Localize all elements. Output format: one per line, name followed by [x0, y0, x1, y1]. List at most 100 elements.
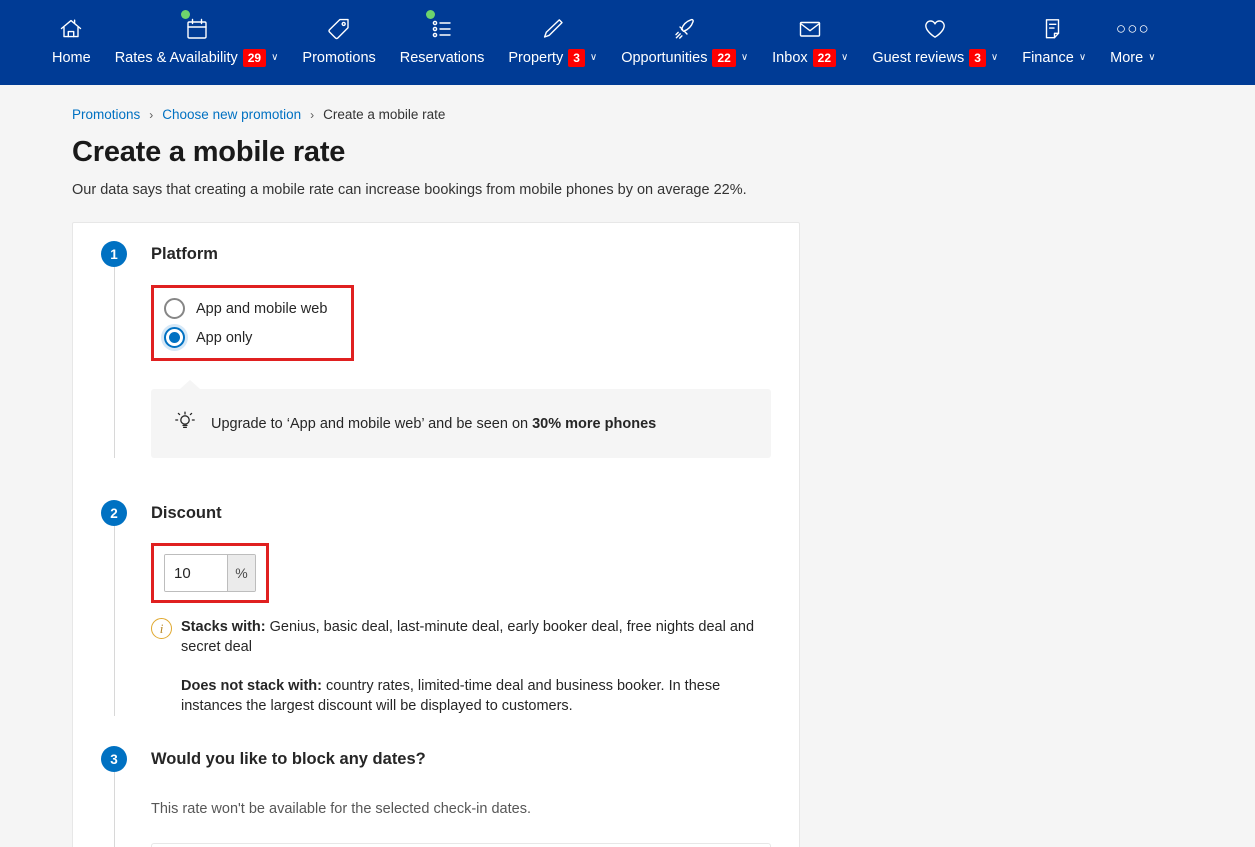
home-icon [57, 12, 85, 46]
breadcrumb-separator-1: › [149, 107, 154, 122]
section-title-platform: Platform [151, 245, 218, 263]
radio-option-app-and-mobile-web[interactable]: App and mobile web [154, 294, 351, 323]
notification-dot [426, 10, 436, 19]
tip-prefix: Upgrade to ‘App and mobile web’ and be s… [211, 415, 533, 432]
chevron-down-icon[interactable]: ∨ [271, 53, 278, 63]
step-rail-1 [114, 267, 115, 458]
block-dates-description: This rate won't be available for the sel… [151, 801, 531, 817]
nav-item-promotions[interactable]: Promotions [290, 8, 387, 67]
nav-label-row: Home [52, 49, 91, 67]
nav-label-row: Guest reviews 3 ∨ [872, 49, 998, 67]
nav-item-label: Rates & Availability [114, 50, 238, 66]
nav-item-opportunities[interactable]: Opportunities 22 ∨ [609, 8, 760, 67]
document-icon [1040, 12, 1068, 46]
ellipsis-icon: ○○○ [1115, 19, 1150, 38]
nav-item-label: Inbox [772, 50, 808, 66]
nav-item-badge: 3 [568, 49, 585, 67]
section-title-block-dates: Would you like to block any dates? [151, 750, 426, 768]
nav-item-label: Opportunities [621, 50, 708, 66]
step-number-1: 1 [101, 241, 127, 267]
nav-label-row: Promotions [302, 49, 375, 67]
rocket-icon [671, 12, 699, 46]
nav-item-label: Finance [1022, 50, 1074, 66]
chevron-down-icon[interactable]: ∨ [841, 53, 848, 63]
section-title-discount: Discount [151, 504, 222, 522]
info-icon: i [151, 618, 172, 639]
nav-label-row: Reservations [400, 49, 485, 67]
nav-item-label: Property [508, 50, 564, 66]
nav-item-label: Reservations [399, 50, 485, 66]
nav-item-badge: 22 [812, 49, 836, 67]
upgrade-tip-banner: Upgrade to ‘App and mobile web’ and be s… [151, 380, 771, 458]
nav-item-more[interactable]: ○○○ More ∨ [1098, 8, 1167, 67]
radio-icon-selected[interactable] [164, 327, 185, 348]
chevron-down-icon[interactable]: ∨ [741, 53, 748, 63]
nav-item-label: Guest reviews [872, 50, 965, 66]
nav-item-label: Home [52, 50, 91, 66]
calendar-icon [180, 10, 211, 46]
step-number-3: 3 [101, 746, 127, 772]
nav-label-row: Rates & Availability 29 ∨ [114, 49, 278, 67]
discount-input[interactable] [165, 555, 227, 591]
step-rail-2 [114, 526, 115, 716]
breadcrumb-link-choose-new-promotion[interactable]: Choose new promotion [162, 107, 301, 122]
stacking-info: i Stacks with: Genius, basic deal, last-… [151, 617, 771, 716]
step-number-2: 2 [101, 500, 127, 526]
nav-item-home[interactable]: Home [40, 8, 103, 67]
nav-label-row: Inbox 22 ∨ [772, 49, 848, 67]
tip-bold: 30% more phones [532, 415, 657, 432]
nav-item-finance[interactable]: Finance ∨ [1010, 8, 1098, 67]
upgrade-tip-text: Upgrade to ‘App and mobile web’ and be s… [211, 416, 656, 432]
discount-field[interactable]: % [164, 554, 256, 592]
page-subtitle: Our data says that creating a mobile rat… [72, 182, 747, 198]
nav-item-property[interactable]: Property 3 ∨ [496, 8, 609, 67]
nav-label-row: Finance ∨ [1022, 49, 1086, 67]
nav-label-row: Opportunities 22 ∨ [621, 49, 748, 67]
percent-suffix: % [227, 555, 255, 591]
lightbulb-icon [173, 409, 197, 438]
nav-label-row: More ∨ [1110, 49, 1155, 67]
page-content: Promotions › Choose new promotion › Crea… [0, 85, 1255, 847]
nav-label-row: Property 3 ∨ [508, 49, 597, 67]
chevron-down-icon[interactable]: ∨ [1148, 53, 1155, 63]
pencil-icon [539, 12, 567, 46]
nav-item-inbox[interactable]: Inbox 22 ∨ [760, 8, 860, 67]
breadcrumb-separator-2: › [310, 107, 315, 122]
section-platform: 1 Platform App and mobile web App only U… [101, 241, 771, 458]
section-discount: 2 Discount % i Stacks with: Genius, basi… [101, 500, 771, 716]
breadcrumb-link-promotions[interactable]: Promotions [72, 107, 140, 122]
step-rail-3 [114, 772, 115, 847]
envelope-icon [796, 12, 824, 46]
section-block-dates: 3 Would you like to block any dates? Thi… [101, 746, 771, 847]
chevron-down-icon[interactable]: ∨ [1079, 53, 1086, 63]
breadcrumb: Promotions › Choose new promotion › Crea… [0, 85, 1255, 122]
radio-option-app-only[interactable]: App only [154, 323, 351, 352]
nav-item-badge: 3 [969, 49, 986, 67]
nav-item-badge: 29 [242, 49, 267, 67]
stacks-with-text: Genius, basic deal, last-minute deal, ea… [181, 619, 755, 655]
nav-item-badge: 22 [712, 49, 736, 67]
stacks-with-line: Stacks with: Genius, basic deal, last-mi… [181, 617, 771, 657]
nav-item-label: Promotions [302, 50, 376, 66]
radio-label-app-and-mobile-web: App and mobile web [196, 300, 328, 317]
does-not-stack-label: Does not stack with: [181, 678, 322, 694]
list-icon [426, 10, 456, 46]
stacks-with-label: Stacks with: [181, 619, 266, 635]
nav-item-rates-availability[interactable]: Rates & Availability 29 ∨ [103, 8, 291, 67]
does-not-stack-line: Does not stack with: country rates, limi… [181, 676, 771, 716]
nav-item-reservations[interactable]: Reservations [388, 8, 497, 67]
breadcrumb-current: Create a mobile rate [323, 107, 446, 122]
chevron-down-icon[interactable]: ∨ [590, 53, 597, 63]
page-title: Create a mobile rate [72, 136, 346, 168]
create-mobile-rate-card: 1 Platform App and mobile web App only U… [72, 222, 800, 847]
discount-input-highlight: % [151, 543, 269, 603]
chevron-down-icon[interactable]: ∨ [991, 53, 998, 63]
nav-item-label: More [1110, 50, 1144, 66]
tag-icon [325, 12, 353, 46]
radio-label-app-only: App only [196, 329, 253, 346]
platform-options-highlight: App and mobile web App only [151, 285, 354, 361]
heart-icon [921, 12, 949, 46]
calendar: ‹ October 2022 November 2022 › SuMoTuWeT… [151, 843, 771, 847]
radio-icon-unselected[interactable] [164, 298, 185, 319]
nav-item-guest-reviews[interactable]: Guest reviews 3 ∨ [860, 8, 1010, 67]
